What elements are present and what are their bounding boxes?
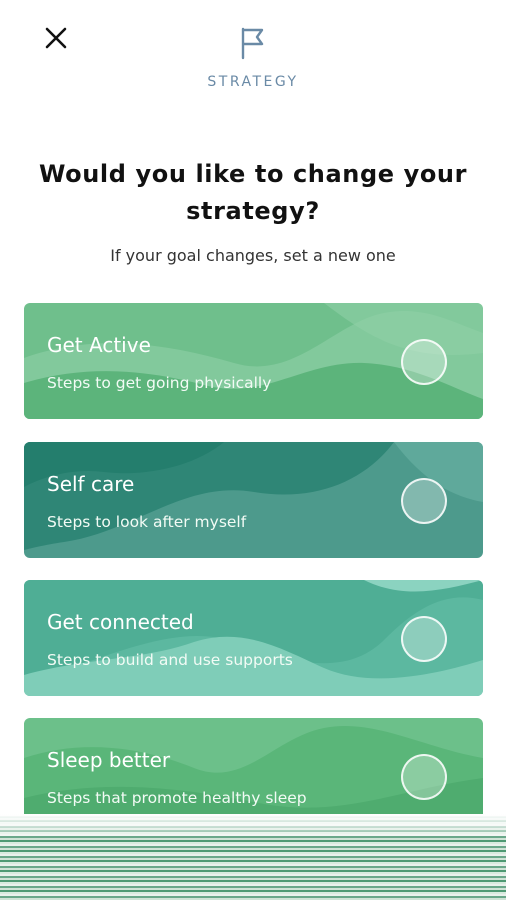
card-description: Steps to look after myself xyxy=(47,513,247,531)
bottom-fade xyxy=(0,814,506,836)
radio-button[interactable] xyxy=(401,754,447,800)
strategy-card-get-active[interactable]: Get Active Steps to get going physically xyxy=(24,303,483,419)
card-description: Steps to build and use supports xyxy=(47,651,293,669)
radio-button[interactable] xyxy=(401,339,447,385)
strategy-card-get-connected[interactable]: Get connected Steps to build and use sup… xyxy=(24,580,483,696)
card-description: Steps that promote healthy sleep xyxy=(47,789,307,807)
radio-button[interactable] xyxy=(401,478,447,524)
card-title: Get connected xyxy=(47,610,194,634)
flag-icon xyxy=(241,27,264,60)
page-title: Would you like to change your strategy? xyxy=(38,160,468,225)
card-title: Get Active xyxy=(47,333,151,357)
close-button[interactable] xyxy=(40,22,72,54)
close-icon xyxy=(45,27,67,49)
radio-button[interactable] xyxy=(401,616,447,662)
card-description: Steps to get going physically xyxy=(47,374,272,392)
strategy-card-self-care[interactable]: Self care Steps to look after myself xyxy=(24,442,483,558)
card-title: Self care xyxy=(47,472,135,496)
header-label: STRATEGY xyxy=(207,74,299,90)
card-title: Sleep better xyxy=(47,748,171,772)
page-subtitle: If your goal changes, set a new one xyxy=(110,246,396,265)
